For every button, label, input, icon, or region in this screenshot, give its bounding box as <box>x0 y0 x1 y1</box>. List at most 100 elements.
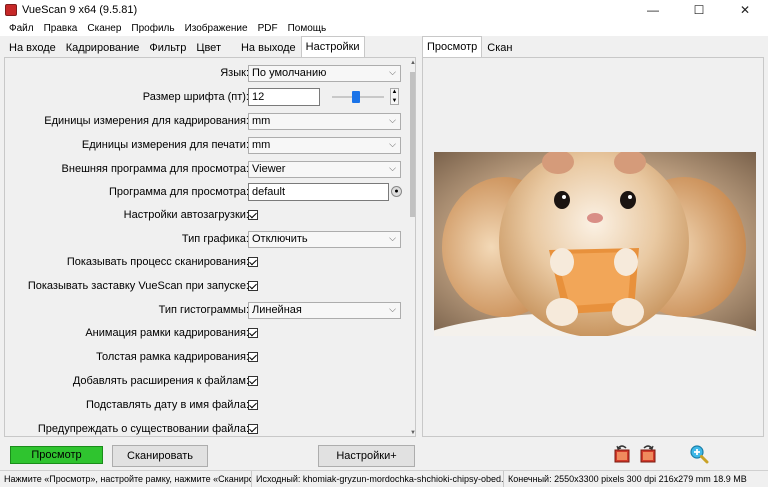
date-in-name-checkbox[interactable] <box>248 400 258 410</box>
show-splash-checkbox[interactable] <box>248 281 258 291</box>
print-units-select[interactable]: mm ⌵ <box>248 136 401 154</box>
scrollbar-thumb[interactable] <box>410 72 415 217</box>
setting-print-units: Единицы измерения для печати: mm ⌵ <box>5 134 405 156</box>
external-viewer-select[interactable]: Viewer ⌵ <box>248 160 401 178</box>
warn-exists-label: Предупреждать о существовании файла: <box>37 423 249 435</box>
tab-input[interactable]: На входе <box>4 38 61 57</box>
graph-type-select[interactable]: Отключить ⌵ <box>248 230 401 248</box>
autoload-label: Настройки автозагрузки: <box>123 209 249 221</box>
viewer-program-value: default <box>252 186 286 198</box>
setting-crop-units: Единицы измерения для кадрирования: mm ⌵ <box>5 110 405 132</box>
tab-crop[interactable]: Кадрирование <box>61 38 145 57</box>
scan-button[interactable]: Сканировать <box>112 445 208 467</box>
setting-animate-crop: Анимация рамки кадрирования: <box>5 322 405 344</box>
setting-histogram-type: Тип гистограммы: Линейная ⌵ <box>5 299 405 321</box>
setting-language: Язык: По умолчанию ⌵ <box>5 62 405 84</box>
window-title: VueScan 9 x64 (9.5.81) <box>22 4 138 16</box>
show-splash-label: Показывать заставку VueScan при запуске: <box>27 280 249 292</box>
viewer-program-input[interactable]: default <box>248 183 389 201</box>
scroll-up-icon[interactable]: ▲ <box>409 60 415 66</box>
settings-panel: Язык: По умолчанию ⌵ Размер шрифта (пт):… <box>4 57 416 437</box>
menu-image[interactable]: Изображение <box>180 23 253 34</box>
tab-prefs[interactable]: Настройки <box>300 36 365 57</box>
language-value: По умолчанию <box>252 67 327 79</box>
autoload-checkbox[interactable] <box>248 210 258 220</box>
setting-autoload: Настройки автозагрузки: <box>5 204 405 226</box>
minimize-button[interactable]: — <box>630 0 676 20</box>
spin-down-icon[interactable]: ▼ <box>392 98 398 104</box>
chevron-down-icon: ⌵ <box>389 114 396 125</box>
menu-profile[interactable]: Профиль <box>126 23 179 34</box>
chevron-down-icon: ⌵ <box>389 232 396 243</box>
font-size-input[interactable]: 12 <box>248 88 320 106</box>
setting-show-progress: Показывать процесс сканирования: <box>5 251 405 273</box>
crop-units-select[interactable]: mm ⌵ <box>248 112 401 130</box>
add-extensions-label: Добавлять расширения к файлам: <box>72 375 249 387</box>
zoom-in-icon[interactable] <box>689 444 709 464</box>
viewer-program-label: Программа для просмотра: <box>109 186 249 198</box>
tab-filter[interactable]: Фильтр <box>144 38 191 57</box>
tab-preview[interactable]: Просмотр <box>422 36 483 57</box>
setting-date-in-name: Подставлять дату в имя файла: <box>5 394 405 416</box>
thick-crop-label: Толстая рамка кадрирования: <box>96 351 249 363</box>
font-size-label: Размер шрифта (пт): <box>142 91 249 103</box>
maximize-button[interactable]: ☐ <box>676 0 722 20</box>
tab-output[interactable]: На выходе <box>236 38 301 57</box>
setting-add-extensions: Добавлять расширения к файлам: <box>5 370 405 392</box>
status-hint: Нажмите «Просмотр», настройте рамку, наж… <box>0 470 252 487</box>
font-size-spinner[interactable]: ▲ ▼ <box>390 88 399 105</box>
menu-file[interactable]: Файл <box>4 23 39 34</box>
setting-show-splash: Показывать заставку VueScan при запуске: <box>5 275 405 297</box>
setting-external-viewer: Внешняя программа для просмотра: Viewer … <box>5 158 405 180</box>
settings-scrollbar[interactable]: ▲ ▼ <box>409 58 415 436</box>
chevron-down-icon: ⌵ <box>389 138 396 149</box>
rotate-right-icon[interactable] <box>638 444 658 464</box>
external-viewer-label: Внешняя программа для просмотра: <box>61 163 249 175</box>
language-select[interactable]: По умолчанию ⌵ <box>248 64 401 82</box>
menu-help[interactable]: Помощь <box>283 23 332 34</box>
font-size-value: 12 <box>252 91 265 103</box>
graph-type-label: Тип графика: <box>181 233 249 245</box>
status-output: Конечный: 2550x3300 pixels 300 dpi 216x2… <box>508 473 747 484</box>
preview-button[interactable]: Просмотр <box>10 446 103 464</box>
more-settings-button[interactable]: Настройки+ <box>318 445 415 467</box>
settings-tabs: На входе Кадрирование Фильтр Цвет На вых… <box>4 36 365 58</box>
status-source: Исходный: khomiak-gryzun-mordochka-shchi… <box>252 470 504 487</box>
chevron-down-icon: ⌵ <box>389 66 396 77</box>
spin-up-icon[interactable]: ▲ <box>392 89 398 95</box>
hamster-photo <box>434 152 756 336</box>
histogram-type-select[interactable]: Линейная ⌵ <box>248 301 401 319</box>
menu-pdf[interactable]: PDF <box>253 23 283 34</box>
title-bar: VueScan 9 x64 (9.5.81) — ☐ ✕ <box>0 0 768 20</box>
menu-bar: Файл Правка Сканер Профиль Изображение P… <box>0 20 768 36</box>
show-progress-checkbox[interactable] <box>248 257 258 267</box>
crop-units-label: Единицы измерения для кадрирования: <box>44 115 249 127</box>
status-bar: Нажмите «Просмотр», настройте рамку, наж… <box>0 470 768 487</box>
menu-scanner[interactable]: Сканер <box>82 23 126 34</box>
rotate-left-icon[interactable] <box>612 444 632 464</box>
scroll-down-icon[interactable]: ▼ <box>409 430 415 436</box>
language-label: Язык: <box>220 67 249 79</box>
setting-viewer-program: Программа для просмотра: default ● <box>5 181 405 203</box>
close-button[interactable]: ✕ <box>722 0 768 20</box>
animate-crop-checkbox[interactable] <box>248 328 258 338</box>
histogram-type-value: Линейная <box>252 304 302 316</box>
animate-crop-label: Анимация рамки кадрирования: <box>85 327 249 339</box>
histogram-type-label: Тип гистограммы: <box>158 304 249 316</box>
setting-graph-type: Тип графика: Отключить ⌵ <box>5 228 405 250</box>
crop-units-value: mm <box>252 115 271 127</box>
graph-type-value: Отключить <box>252 233 308 245</box>
setting-warn-exists: Предупреждать о существовании файла: <box>5 418 405 436</box>
menu-edit[interactable]: Правка <box>39 23 83 34</box>
preview-image[interactable] <box>434 152 756 336</box>
tab-scan[interactable]: Скан <box>482 38 517 57</box>
thick-crop-checkbox[interactable] <box>248 352 258 362</box>
add-extensions-checkbox[interactable] <box>248 376 258 386</box>
warn-exists-checkbox[interactable] <box>248 424 258 434</box>
browse-icon[interactable]: ● <box>391 186 402 197</box>
setting-thick-crop: Толстая рамка кадрирования: <box>5 346 405 368</box>
show-progress-label: Показывать процесс сканирования: <box>66 256 249 268</box>
tab-color[interactable]: Цвет <box>191 38 226 57</box>
external-viewer-value: Viewer <box>252 163 286 175</box>
font-size-slider-thumb[interactable] <box>351 91 360 103</box>
